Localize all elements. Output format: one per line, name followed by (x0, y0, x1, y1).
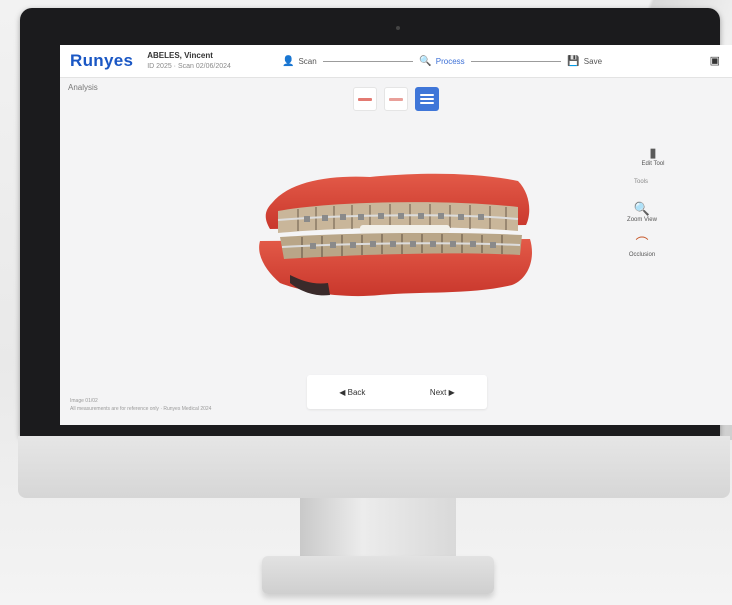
tool-edit-label: Edit Tool (641, 161, 665, 167)
export-icon[interactable]: ▣ (710, 54, 720, 67)
tool-edit[interactable]: ▮ Edit Tool (638, 145, 668, 167)
tools-heading: Tools (634, 179, 649, 185)
step-save[interactable]: 💾 Save (567, 56, 602, 67)
tool-occlusion[interactable]: ⌒ Occlusion (626, 233, 658, 258)
bottom-nav: ◀ Back Next ▶ (307, 375, 487, 409)
scene: Runyes ABELES, Vincent ID 2025 · Scan 02… (0, 0, 732, 605)
step-connector (470, 60, 562, 62)
patient-info: ABELES, Vincent ID 2025 · Scan 02/06/202… (147, 50, 231, 72)
edit-icon: ▮ (649, 145, 657, 160)
monitor-stand-base (262, 556, 494, 594)
search-icon: 🔍 (633, 201, 651, 216)
magnify-icon: 🔍 (419, 55, 432, 67)
step-scan[interactable]: 👤 Scan (282, 56, 317, 67)
lower-jaw-icon (389, 97, 403, 101)
view-toggle-group (353, 87, 439, 111)
person-icon: 👤 (282, 55, 295, 67)
upper-jaw-icon (358, 97, 372, 101)
lower-jaw-toggle[interactable] (384, 87, 408, 111)
app-header: Runyes ABELES, Vincent ID 2025 · Scan 02… (60, 45, 732, 78)
patient-details: ID 2025 · Scan 02/06/2024 (147, 63, 231, 70)
both-jaws-icon (420, 98, 434, 100)
tool-zoom-label: Zoom View (627, 217, 657, 223)
dental-3d-model[interactable] (250, 163, 540, 301)
workflow-steps: 👤 Scan 🔍 Process 💾 Save (282, 53, 602, 69)
monitor-chin (18, 436, 730, 498)
both-jaws-toggle[interactable] (415, 87, 439, 111)
app-screen: Runyes ABELES, Vincent ID 2025 · Scan 02… (60, 45, 732, 425)
save-icon: 💾 (567, 55, 580, 67)
section-label: Analysis (68, 83, 98, 92)
step-scan-label: Scan (298, 56, 317, 66)
next-button[interactable]: Next ▶ (430, 388, 455, 397)
arch-icon: ⌒ (635, 236, 649, 251)
step-process-label: Process (435, 56, 465, 66)
step-save-label: Save (583, 56, 603, 66)
tool-zoom[interactable]: 🔍 Zoom View (626, 201, 658, 223)
tool-occlusion-label: Occlusion (628, 252, 656, 258)
step-process[interactable]: 🔍 Process (419, 56, 464, 67)
footnote-line-1: Image 01/02 (70, 398, 98, 404)
occlusal-highlight (360, 225, 450, 233)
monitor: Runyes ABELES, Vincent ID 2025 · Scan 02… (20, 8, 732, 436)
back-button[interactable]: ◀ Back (339, 388, 365, 397)
patient-name: ABELES, Vincent (147, 51, 213, 60)
footnote: Image 01/02 All measurements are for ref… (70, 397, 211, 413)
upper-jaw-toggle[interactable] (353, 87, 377, 111)
webcam (396, 26, 400, 30)
tool-panel: ▮ Edit Tool Tools 🔍 Zoom View ⌒ Occlusio… (626, 135, 732, 285)
footnote-line-2: All measurements are for reference only … (70, 406, 212, 412)
monitor-stand-neck (300, 498, 456, 558)
brand-logo: Runyes (70, 51, 134, 70)
step-connector (322, 60, 414, 62)
